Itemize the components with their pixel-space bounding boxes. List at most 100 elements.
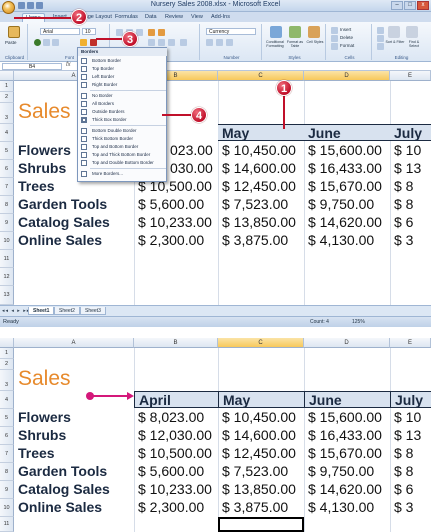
menu-item-top-and-thick-bottom-border[interactable]: Top and Thick Bottom Border bbox=[78, 151, 167, 159]
menu-item-thick-box-border[interactable]: Thick Box Border bbox=[78, 116, 167, 124]
find-select-icon[interactable] bbox=[406, 26, 418, 38]
font-color-icon[interactable] bbox=[90, 39, 97, 46]
menu-item-no-border[interactable]: No Border bbox=[78, 92, 167, 100]
menu-item-top-and-double-bottom-border[interactable]: Top and Double Bottom Border bbox=[78, 159, 167, 167]
fx-icon[interactable]: fx bbox=[66, 62, 71, 68]
row-label-shrubs[interactable]: Shrubs bbox=[18, 427, 66, 443]
sheet-nav-arrows[interactable]: ◂◂ ◂ ▸ ▸▸ bbox=[2, 308, 30, 314]
cell-april-catalog-sales[interactable]: $ 10,233.00 bbox=[138, 481, 212, 497]
cell-april-online-sales[interactable]: $ 2,300.00 bbox=[138, 499, 204, 515]
row-header-1[interactable]: 1 bbox=[0, 348, 14, 359]
row-header-4[interactable]: 4 bbox=[0, 391, 14, 409]
cell-april-shrubs[interactable]: $ 12,030.00 bbox=[138, 427, 212, 443]
row-label-online-sales[interactable]: Online Sales bbox=[18, 499, 102, 515]
delete-cells-button[interactable]: Delete bbox=[340, 35, 353, 40]
active-cell-c11[interactable] bbox=[218, 517, 304, 532]
row-header-6[interactable]: 6 bbox=[0, 427, 14, 445]
row-label-catalog-sales[interactable]: Catalog Sales bbox=[18, 214, 110, 230]
autosum-icon[interactable] bbox=[377, 27, 384, 34]
find-select-label[interactable]: Find & Select bbox=[404, 40, 424, 48]
column-header-e[interactable]: E bbox=[390, 338, 431, 348]
row-header-7[interactable]: 7 bbox=[0, 178, 14, 196]
tab-data[interactable]: Data bbox=[142, 13, 160, 22]
header-cell-june[interactable]: June bbox=[304, 391, 390, 408]
header-cell-april[interactable]: April bbox=[134, 391, 218, 408]
paste-icon[interactable] bbox=[8, 26, 20, 38]
cell-may-shrubs[interactable]: $ 14,600.00 bbox=[222, 160, 296, 176]
cell-july-shrubs[interactable]: $ 13 bbox=[394, 427, 421, 443]
format-as-table-label[interactable]: Format as Table bbox=[285, 40, 305, 48]
conditional-formatting-icon[interactable] bbox=[270, 26, 282, 38]
row-header-8[interactable]: 8 bbox=[0, 463, 14, 481]
cell-may-shrubs[interactable]: $ 14,600.00 bbox=[222, 427, 296, 443]
cell-may-garden-tools[interactable]: $ 7,523.00 bbox=[222, 463, 288, 479]
cell-june-shrubs[interactable]: $ 16,433.00 bbox=[308, 427, 382, 443]
cell-april-garden-tools[interactable]: $ 5,600.00 bbox=[138, 463, 204, 479]
font-name-box[interactable]: Arial bbox=[40, 28, 80, 35]
menu-item-all-borders[interactable]: All Borders bbox=[78, 100, 167, 108]
cell-june-flowers[interactable]: $ 15,600.00 bbox=[308, 142, 382, 158]
cell-april-garden-tools[interactable]: $ 5,600.00 bbox=[138, 196, 204, 212]
cell-styles-label[interactable]: Cell Styles bbox=[305, 40, 325, 44]
fill-color-icon[interactable] bbox=[80, 39, 87, 46]
orientation-icon[interactable] bbox=[148, 29, 155, 36]
cell-july-shrubs[interactable]: $ 13 bbox=[394, 160, 421, 176]
row-header-5[interactable]: 5 bbox=[0, 142, 14, 160]
row-header-7[interactable]: 7 bbox=[0, 445, 14, 463]
bold-icon[interactable] bbox=[34, 39, 41, 46]
select-all-corner[interactable] bbox=[0, 71, 14, 81]
cell-july-trees[interactable]: $ 8 bbox=[394, 178, 413, 194]
tab-formulas[interactable]: Formulas bbox=[112, 13, 141, 22]
header-cell-july[interactable]: July bbox=[390, 124, 431, 141]
sort-filter-icon[interactable] bbox=[388, 26, 400, 38]
cell-july-online-sales[interactable]: $ 3 bbox=[394, 499, 413, 515]
row-label-flowers[interactable]: Flowers bbox=[18, 142, 71, 158]
row-header-10[interactable]: 10 bbox=[0, 499, 14, 517]
percent-icon[interactable] bbox=[216, 39, 223, 46]
row-header-9[interactable]: 9 bbox=[0, 481, 14, 499]
row-header-10[interactable]: 10 bbox=[0, 232, 14, 250]
row-header-5[interactable]: 5 bbox=[0, 409, 14, 427]
cell-may-online-sales[interactable]: $ 3,875.00 bbox=[222, 499, 288, 515]
sort-filter-label[interactable]: Sort & Filter bbox=[385, 40, 405, 44]
row-label-garden-tools[interactable]: Garden Tools bbox=[18, 196, 107, 212]
row-header-4[interactable]: 4 bbox=[0, 124, 14, 142]
column-header-c[interactable]: C bbox=[218, 338, 304, 348]
cell-june-trees[interactable]: $ 15,670.00 bbox=[308, 445, 382, 461]
menu-item-thick-bottom-border[interactable]: Thick Bottom Border bbox=[78, 135, 167, 143]
row-label-online-sales[interactable]: Online Sales bbox=[18, 232, 102, 248]
cell-may-flowers[interactable]: $ 10,450.00 bbox=[222, 409, 296, 425]
cell-april-online-sales[interactable]: $ 2,300.00 bbox=[138, 232, 204, 248]
insert-cells-button[interactable]: Insert bbox=[340, 27, 351, 32]
cell-june-shrubs[interactable]: $ 16,433.00 bbox=[308, 160, 382, 176]
underline-icon[interactable] bbox=[52, 39, 59, 46]
cell-june-trees[interactable]: $ 15,670.00 bbox=[308, 178, 382, 194]
row-label-flowers[interactable]: Flowers bbox=[18, 409, 71, 425]
cell-july-garden-tools[interactable]: $ 8 bbox=[394, 196, 413, 212]
cell-june-catalog-sales[interactable]: $ 14,620.00 bbox=[308, 214, 382, 230]
cell-may-online-sales[interactable]: $ 3,875.00 bbox=[222, 232, 288, 248]
cell-july-trees[interactable]: $ 8 bbox=[394, 445, 413, 461]
row-header-1[interactable]: 1 bbox=[0, 81, 14, 92]
row-header-2[interactable]: 2 bbox=[0, 359, 14, 370]
tab-view[interactable]: View bbox=[188, 13, 206, 22]
row-label-garden-tools[interactable]: Garden Tools bbox=[18, 463, 107, 479]
font-size-box[interactable]: 10 bbox=[82, 28, 96, 35]
row-label-trees[interactable]: Trees bbox=[18, 178, 55, 194]
office-button[interactable] bbox=[2, 1, 15, 14]
format-as-table-icon[interactable] bbox=[289, 26, 301, 38]
conditional-formatting-label[interactable]: Conditional Formatting bbox=[265, 40, 285, 48]
cell-june-catalog-sales[interactable]: $ 14,620.00 bbox=[308, 481, 382, 497]
align-right-icon[interactable] bbox=[168, 39, 175, 46]
cell-june-garden-tools[interactable]: $ 9,750.00 bbox=[308, 196, 374, 212]
cell-may-trees[interactable]: $ 12,450.00 bbox=[222, 445, 296, 461]
name-box[interactable]: B4 bbox=[2, 63, 62, 70]
header-cell-may[interactable]: May bbox=[218, 124, 304, 141]
menu-item-top-border[interactable]: Top Border bbox=[78, 65, 167, 73]
cell-july-garden-tools[interactable]: $ 8 bbox=[394, 463, 413, 479]
row-header-6[interactable]: 6 bbox=[0, 160, 14, 178]
number-format-box[interactable]: Currency bbox=[206, 28, 256, 35]
wrap-text-icon[interactable] bbox=[158, 29, 165, 36]
menu-item-more-borders[interactable]: More Borders... bbox=[78, 170, 167, 178]
cell-may-trees[interactable]: $ 12,450.00 bbox=[222, 178, 296, 194]
